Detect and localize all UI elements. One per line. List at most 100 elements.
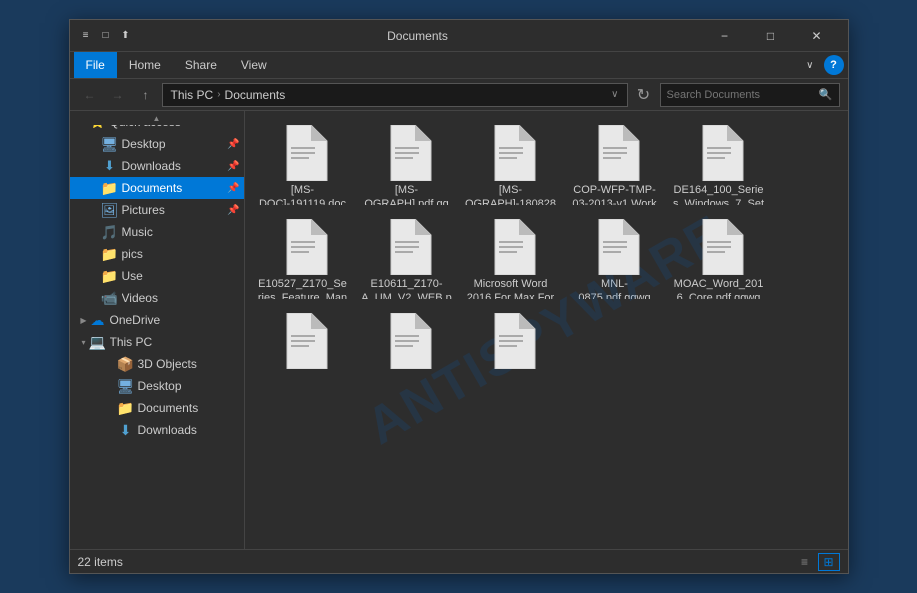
up-button[interactable]: ↑ [134,83,158,107]
view-list-button[interactable]: ≡ [794,553,816,571]
file-item[interactable]: DE164_100_Series_Windows_7_Set up_Guide_… [669,119,769,209]
path-separator: › [217,89,220,100]
file-item[interactable]: E10611_Z170-A_UM_V2_WEB.pdf.ggwq [357,213,457,303]
pin-icon-documents: 📌 [227,183,239,194]
sidebar-item-desktop2[interactable]: 🖥 Desktop [70,375,244,397]
file-item[interactable] [461,307,561,397]
file-icon-4 [693,125,745,181]
file-name-4: DE164_100_Series_Windows_7_Set up_Guide_… [673,183,765,205]
sidebar-item-music[interactable]: 🎵 Music [70,221,244,243]
ribbon-expand-icon[interactable]: ∨ [800,58,819,73]
3dobjects-icon: 📦 [118,356,134,372]
sidebar-item-onedrive[interactable]: ▶ ☁ OneDrive [70,309,244,331]
system-menu-icon[interactable]: ≡ [78,28,94,44]
file-icon-10 [277,313,329,369]
sidebar-item-thispc[interactable]: ▾ 💻 This PC [70,331,244,353]
expander-pics [90,248,102,260]
file-item[interactable]: [MS-OGRAPH]-180828.docx.ggwq [461,119,561,209]
file-name-0: [MS-DOC]-191119.docx.ggwq [257,183,349,205]
tab-view[interactable]: View [229,52,279,78]
file-item[interactable] [357,307,457,397]
file-item[interactable]: MOAC_Word_2016_Core.pdf.ggwq [669,213,769,303]
sidebar-label-use: Use [122,269,240,283]
sidebar: ▲ ▾ ⭐ Quick access 🖥 Desktop 📌 ⬇ Downloa… [70,111,245,549]
file-name-5: E10527_Z170_Series_Feature_Manual_UM_WEB… [257,277,349,299]
title-bar: ≡ □ ⬆ Documents − □ ✕ [70,20,848,52]
pin-icon-pictures: 📌 [227,205,239,216]
folder-icon-pics: 📁 [102,246,118,262]
sidebar-item-3dobjects[interactable]: 📦 3D Objects [70,353,244,375]
tab-file[interactable]: File [74,52,117,78]
documents-icon: 📁 [102,180,118,196]
refresh-button[interactable]: ↻ [632,83,656,107]
search-icon[interactable]: 🔍 [819,88,833,101]
path-documents: Documents [225,88,286,102]
sidebar-item-desktop[interactable]: 🖥 Desktop 📌 [70,133,244,155]
sidebar-label-pics: pics [122,247,240,261]
downloads-icon: ⬇ [102,158,118,174]
path-dropdown-icon[interactable]: ∨ [611,89,618,100]
sidebar-scroll-up[interactable]: ▲ [70,111,244,125]
file-item[interactable]: E10527_Z170_Series_Feature_Manual_UM_WEB… [253,213,353,303]
documents2-icon: 📁 [118,400,134,416]
file-item[interactable]: Microsoft Word 2016 For Max For Legal Pr… [461,213,561,303]
maximize-button[interactable]: □ [748,20,794,52]
pin-icon-desktop: 📌 [227,139,239,150]
status-bar: 22 items ≡ ⊞ [70,549,848,573]
expander-documents2 [106,402,118,414]
file-item[interactable]: MNL-0875.pdf.ggwq [565,213,665,303]
sidebar-item-downloads[interactable]: ⬇ Downloads 📌 [70,155,244,177]
file-icon-11 [381,313,433,369]
file-icon-12 [485,313,537,369]
view-buttons: ≡ ⊞ [794,553,840,571]
address-path[interactable]: This PC › Documents ∨ [162,83,628,107]
close-button[interactable]: ✕ [794,20,840,52]
title-bar-icons: ≡ □ ⬆ [78,28,134,44]
expander-3dobjects [106,358,118,370]
sidebar-item-documents[interactable]: 📁 Documents 📌 [70,177,244,199]
thispc-icon: 💻 [90,334,106,350]
search-input[interactable] [667,89,815,101]
file-name-9: MOAC_Word_2016_Core.pdf.ggwq [673,277,765,299]
sidebar-label-documents: Documents [122,181,226,195]
file-icon-8 [589,219,641,275]
file-icon-3 [589,125,641,181]
file-item[interactable]: [MS-OGRAPH].pdf.ggwq [357,119,457,209]
explorer-window: ≡ □ ⬆ Documents − □ ✕ File Home Share Vi… [69,19,849,574]
sidebar-label-desktop2: Desktop [138,379,240,393]
pin-icon-downloads: 📌 [227,161,239,172]
forward-button[interactable]: → [106,83,130,107]
ribbon: File Home Share View ∨ ? [70,52,848,79]
main-content: ▲ ▾ ⭐ Quick access 🖥 Desktop 📌 ⬇ Downloa… [70,111,848,549]
quick-access-icon: □ [98,28,114,44]
onedrive-icon: ☁ [90,312,106,328]
desktop-icon: 🖥 [102,136,118,152]
tab-home[interactable]: Home [117,52,173,78]
downloads2-icon: ⬇ [118,422,134,438]
view-tile-button[interactable]: ⊞ [818,553,840,571]
expander-thispc: ▾ [78,336,90,348]
sidebar-label-music: Music [122,225,240,239]
file-item[interactable]: COP-WFP-TMP-03-2013-v1 Work Steps Report… [565,119,665,209]
sidebar-item-pictures[interactable]: 🖼 Pictures 📌 [70,199,244,221]
sidebar-item-pics[interactable]: 📁 pics [70,243,244,265]
sidebar-label-downloads: Downloads [122,159,226,173]
sidebar-item-videos[interactable]: 📹 Videos [70,287,244,309]
sidebar-label-desktop: Desktop [122,137,226,151]
pictures-icon: 🖼 [102,202,118,218]
help-button[interactable]: ? [824,55,844,75]
sidebar-item-use[interactable]: 📁 Use [70,265,244,287]
folder-icon-use: 📁 [102,268,118,284]
file-item[interactable] [253,307,353,397]
file-scroll[interactable]: [MS-DOC]-191119.docx.ggwq [MS-OGRAPH].pd… [245,111,848,549]
sidebar-item-downloads2[interactable]: ⬇ Downloads [70,419,244,441]
minimize-button[interactable]: − [702,20,748,52]
file-item[interactable]: [MS-DOC]-191119.docx.ggwq [253,119,353,209]
file-name-6: E10611_Z170-A_UM_V2_WEB.pdf.ggwq [361,277,453,299]
expander-downloads2 [106,424,118,436]
tab-share[interactable]: Share [173,52,229,78]
back-button[interactable]: ← [78,83,102,107]
sidebar-item-documents2[interactable]: 📁 Documents [70,397,244,419]
search-box[interactable]: 🔍 [660,83,840,107]
file-icon-7 [485,219,537,275]
